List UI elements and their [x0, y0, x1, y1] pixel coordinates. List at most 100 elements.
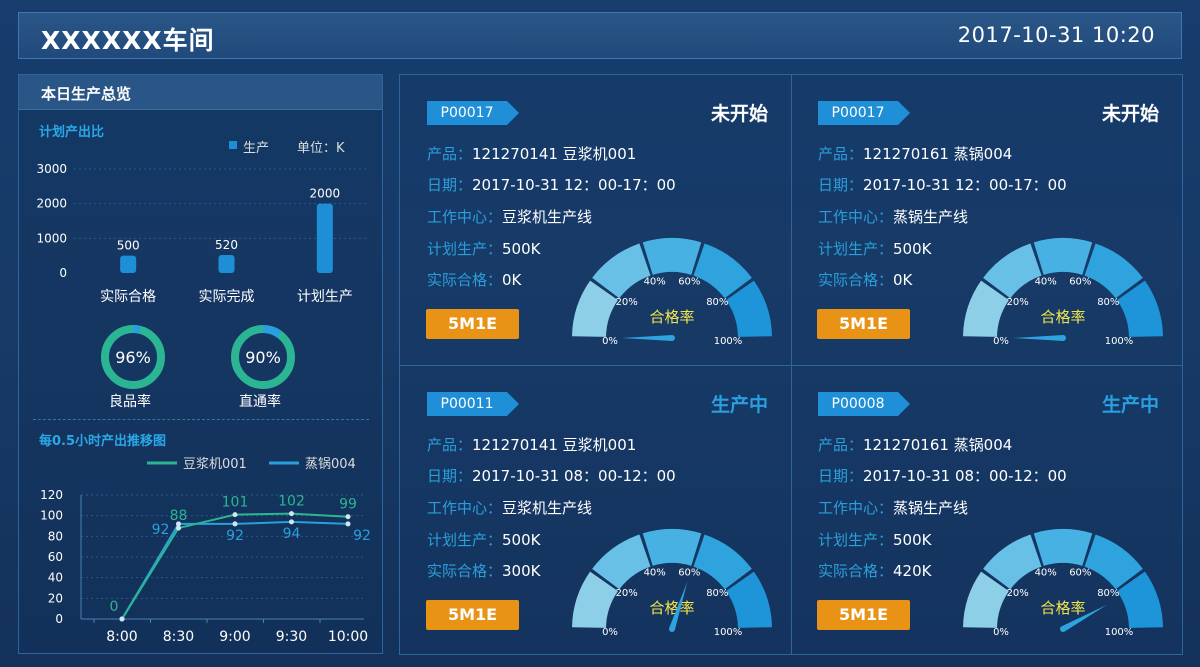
order-status: 生产中: [1101, 394, 1159, 416]
gauge-tick-label: 20%: [1007, 297, 1029, 308]
gauge-tick-label: 60%: [1069, 277, 1091, 288]
series-data-label: 94: [283, 526, 301, 542]
y-tick-label: 120: [40, 488, 63, 502]
gauge-tick-label: 100%: [1105, 627, 1134, 638]
plan-output-bar-chart: 3000 2000 1000 0 500 实际合格 520 实际完成 2000 计划生产: [36, 162, 369, 305]
row-value: 豆浆机生产线: [502, 499, 593, 517]
order-tag: P00011: [427, 392, 519, 416]
row-value: 420K: [893, 562, 932, 580]
row-work-center: 工作中心：豆浆机生产线: [427, 497, 592, 518]
row-product: 产品：121270141 豆浆机001: [427, 434, 636, 455]
row-label: 日期：: [427, 467, 473, 485]
row-actual-qualified: 实际合格：0K: [427, 269, 521, 290]
row-label: 实际合格：: [818, 562, 894, 580]
good-rate-donut: 96%: [101, 325, 165, 389]
row-label: 日期：: [427, 176, 473, 194]
bar-data-label: 520: [215, 238, 238, 252]
row-label: 计划生产：: [427, 240, 503, 258]
row-label: 日期：: [818, 176, 864, 194]
order-card: P00011 生产中 产品：121270141 豆浆机001 日期：2017-10…: [400, 366, 790, 656]
row-value: 2017-10-31 08：00-12：00: [472, 467, 676, 485]
series-data-label: 92: [226, 528, 244, 544]
order-number: P00017: [831, 105, 885, 121]
gauge-tick-label: 20%: [616, 588, 638, 599]
plan-ratio-title: 计划产出比: [39, 125, 105, 140]
gauge-needle-hub: [669, 335, 675, 341]
gauge-tick-label: 100%: [714, 627, 743, 638]
half-hour-output-line-chart: 豆浆机001 蒸锅004 120 100 80 60 40 20 0 8:00 8:30 9:00 9:…: [40, 456, 371, 645]
order-card: P00017 未开始 产品：121270161 蒸锅004 日期：2017-10-…: [791, 75, 1181, 365]
y-tick-label: 80: [48, 529, 63, 543]
row-label: 计划生产：: [818, 531, 894, 549]
order-tag: P00008: [818, 392, 910, 416]
x-tick-label: 10:00: [328, 629, 368, 645]
row-label: 日期：: [818, 467, 864, 485]
pass-rate-gauge: 0% 20% 40% 60% 80% 100% 合格率: [572, 238, 772, 347]
row-label: 工作中心：: [818, 208, 894, 226]
trend-title: 每0.5小时产出推移图: [39, 434, 167, 449]
row-value: 蒸锅生产线: [893, 499, 969, 517]
y-tick-label: 0: [55, 612, 63, 626]
row-value: 500K: [893, 531, 932, 549]
row-value: 500K: [893, 240, 932, 258]
row-label: 产品：: [818, 436, 864, 454]
gauge-tick-label: 20%: [616, 297, 638, 308]
x-tick-label: 9:30: [276, 629, 307, 645]
x-tick-label: 8:00: [106, 629, 137, 645]
row-label: 产品：: [427, 145, 473, 163]
gauge-needle: [622, 335, 672, 341]
row-value: 豆浆机生产线: [502, 208, 593, 226]
pass-through-rate-value: 90%: [245, 348, 281, 367]
legend-series-label: 豆浆机001: [183, 457, 247, 472]
daily-overview-panel: 本日生产总览 计划产出比 生产 单位：K 3000 2000 1000 0 500 实际合…: [18, 74, 383, 654]
gauge-tick-label: 40%: [1035, 277, 1057, 288]
pass-through-rate-donut: 90%: [231, 325, 295, 389]
row-date: 日期：2017-10-31 08：00-12：00: [818, 465, 1067, 486]
bar-data-label: 500: [117, 239, 140, 253]
row-work-center: 工作中心：豆浆机生产线: [427, 206, 592, 227]
series-data-label: 102: [278, 494, 305, 510]
5m1e-button[interactable]: 5M1E: [426, 600, 519, 630]
gauge-tick-label: 40%: [1035, 568, 1057, 579]
order-tag: P00017: [818, 101, 910, 125]
current-datetime: 2017-10-31 10:20: [957, 23, 1155, 47]
gauge-tick-label: 40%: [644, 568, 666, 579]
y-tick-label: 20: [48, 591, 63, 605]
row-value: 500K: [502, 240, 541, 258]
5m1e-button[interactable]: 5M1E: [426, 309, 519, 339]
gauge-tick-label: 40%: [644, 277, 666, 288]
row-product: 产品：121270161 蒸锅004: [818, 434, 1012, 455]
row-value: 0K: [893, 271, 913, 289]
panel-title: 本日生产总览: [41, 85, 132, 103]
y-tick-label: 3000: [36, 162, 67, 176]
row-value: 121270141 豆浆机001: [472, 145, 637, 163]
gauge-needle-hub: [1060, 335, 1066, 341]
order-number: P00008: [831, 396, 885, 412]
row-value: 121270161 蒸锅004: [863, 145, 1013, 163]
series-point: [232, 521, 238, 527]
unit-label: 单位：K: [297, 141, 345, 156]
y-tick-label: 60: [48, 550, 63, 564]
row-value: 500K: [502, 531, 541, 549]
5m1e-button[interactable]: 5M1E: [817, 309, 910, 339]
row-label: 产品：: [427, 436, 473, 454]
5m1e-button[interactable]: 5M1E: [817, 600, 910, 630]
gauge-segment: [642, 529, 702, 566]
production-orders-grid: P00017 未开始 产品：121270141 豆浆机001 日期：2017-10…: [399, 74, 1183, 655]
row-value: 121270161 蒸锅004: [863, 436, 1013, 454]
row-product: 产品：121270141 豆浆机001: [427, 143, 636, 164]
section-divider: [33, 419, 369, 420]
series-data-label: 0: [110, 599, 119, 615]
bar-data-label: 2000: [310, 187, 341, 201]
order-status: 未开始: [1101, 103, 1159, 125]
row-value: 蒸锅生产线: [893, 208, 969, 226]
gauge-needle-hub: [1060, 626, 1066, 632]
row-planned-output: 计划生产：500K: [818, 529, 931, 550]
row-date: 日期：2017-10-31 12：00-17：00: [427, 174, 676, 195]
gauge-segment: [1033, 238, 1093, 275]
rate-donuts: 96% 90% 良品率 直通率: [19, 323, 382, 413]
series-data-label: 99: [339, 497, 357, 513]
row-value: 121270141 豆浆机001: [472, 436, 637, 454]
category-label: 实际完成: [199, 289, 255, 305]
gauge-tick-label: 60%: [1069, 568, 1091, 579]
